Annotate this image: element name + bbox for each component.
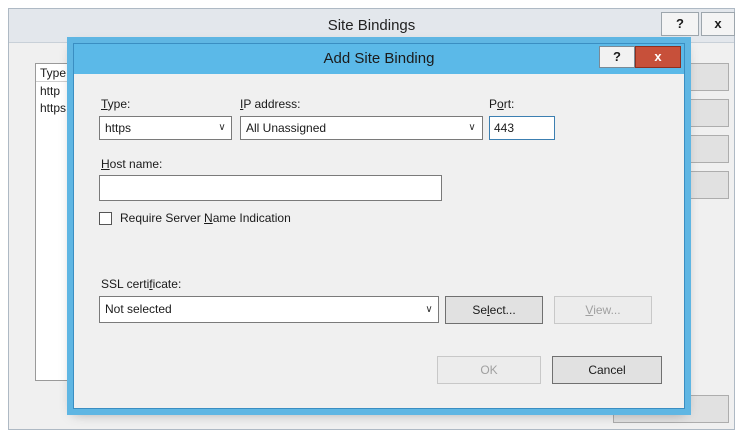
chevron-down-icon: ∨ xyxy=(218,122,226,133)
host-name-label-text: ost name: xyxy=(109,157,163,171)
host-name-label: Host name: xyxy=(101,157,162,171)
ssl-certificate-label-text: icate: xyxy=(152,277,182,291)
port-input-value: 443 xyxy=(494,121,515,135)
port-input[interactable]: 443 xyxy=(489,116,555,140)
ssl-certificate-label: SSL certificate: xyxy=(101,277,181,291)
ip-address-label-text: P address: xyxy=(243,97,301,111)
site-bindings-title: Site Bindings xyxy=(327,17,416,34)
require-sni-label[interactable]: Require Server Name Indication xyxy=(120,211,291,225)
port-label-accesskey: o xyxy=(497,97,504,111)
dialog-help-button[interactable]: ? xyxy=(599,46,635,68)
type-label-accesskey: T xyxy=(101,97,108,111)
ip-address-label: IP address: xyxy=(240,97,301,111)
view-certificate-button[interactable]: View... xyxy=(554,296,652,324)
select-certificate-button[interactable]: Select... xyxy=(445,296,543,324)
type-label-text: ype: xyxy=(107,97,131,111)
select-button-prefix: Se xyxy=(472,303,487,317)
chevron-down-icon: ∨ xyxy=(425,304,433,315)
host-name-input[interactable] xyxy=(99,175,442,201)
port-label-text: rt: xyxy=(503,97,515,111)
cancel-button[interactable]: Cancel xyxy=(552,356,662,384)
dialog-title: Add Site Binding xyxy=(323,50,435,67)
type-select[interactable]: https ∨ xyxy=(99,116,232,140)
require-sni-label-prefix: Require Server xyxy=(120,211,205,225)
port-label-prefix: P xyxy=(489,97,498,111)
ok-button[interactable]: OK xyxy=(437,356,541,384)
require-sni-label-accesskey: N xyxy=(204,211,213,225)
ssl-certificate-select-value: Not selected xyxy=(105,302,172,316)
ip-address-select-value: All Unassigned xyxy=(246,121,327,135)
add-site-binding-dialog: Add Site Binding ? x Type: https ∨ IP ad… xyxy=(73,43,685,409)
ssl-certificate-label-prefix: SSL certi xyxy=(101,277,150,291)
host-name-label-accesskey: H xyxy=(101,157,110,171)
port-label: Port: xyxy=(489,97,514,111)
select-button-text: ect... xyxy=(489,303,516,317)
site-bindings-close-button[interactable]: x xyxy=(701,12,735,36)
require-sni-label-text: ame Indication xyxy=(212,211,291,225)
require-sni-checkbox[interactable] xyxy=(99,212,112,225)
ip-address-select[interactable]: All Unassigned ∨ xyxy=(240,116,483,140)
view-button-text: iew... xyxy=(593,303,621,317)
dialog-close-button[interactable]: x xyxy=(635,46,681,68)
type-select-value: https xyxy=(105,121,132,135)
type-label: Type: xyxy=(101,97,130,111)
ssl-certificate-select[interactable]: Not selected ∨ xyxy=(99,296,439,323)
site-bindings-help-button[interactable]: ? xyxy=(661,12,699,36)
chevron-down-icon: ∨ xyxy=(468,122,476,133)
